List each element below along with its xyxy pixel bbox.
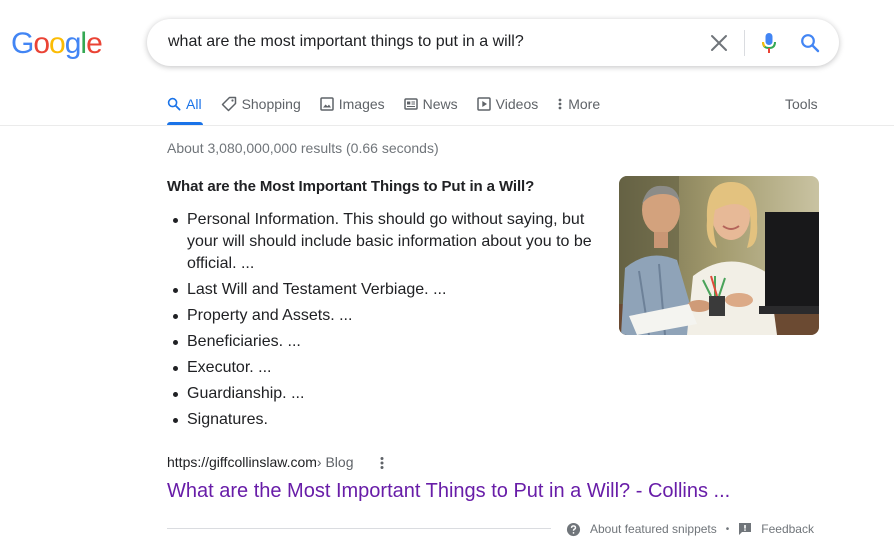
google-logo[interactable]: Google xyxy=(11,27,103,61)
snippet-list: Personal Information. This should go wit… xyxy=(167,209,607,435)
logo-letter: o xyxy=(49,27,66,60)
list-item: Last Will and Testament Verbiage. ... xyxy=(167,279,607,301)
more-vert-icon xyxy=(558,98,562,110)
about-featured-snippets-link[interactable]: About featured snippets xyxy=(566,522,717,537)
result-url: https://giffcollinslaw.com xyxy=(167,454,317,470)
logo-letter: e xyxy=(86,27,103,60)
image-icon xyxy=(319,97,334,111)
tools-button[interactable]: Tools xyxy=(785,94,818,114)
result-stats: About 3,080,000,000 results (0.66 second… xyxy=(167,140,439,156)
snippet-footer: About featured snippets • Feedback xyxy=(566,520,814,538)
list-item: Beneficiaries. ... xyxy=(167,331,607,353)
snippet-thumbnail[interactable] xyxy=(619,176,819,335)
more-vert-icon xyxy=(380,457,384,469)
tag-icon xyxy=(221,96,236,112)
tab-videos[interactable]: Videos xyxy=(476,94,539,114)
search-icon xyxy=(801,34,820,53)
footer-divider xyxy=(167,528,551,529)
search-icon xyxy=(167,97,181,111)
tab-label: All xyxy=(186,96,202,112)
list-item: Signatures. xyxy=(167,409,607,431)
list-item: Property and Assets. ... xyxy=(167,305,607,327)
list-item: Personal Information. This should go wit… xyxy=(167,209,607,275)
list-item: Guardianship. ... xyxy=(167,383,607,405)
about-featured-snippets-label: About featured snippets xyxy=(590,522,717,536)
logo-letter: o xyxy=(33,27,50,60)
tab-label: Images xyxy=(338,96,385,112)
photo-couple-icon xyxy=(619,176,819,335)
tab-more[interactable]: More xyxy=(557,94,600,114)
tab-label: Shopping xyxy=(241,96,301,112)
tab-all[interactable]: All xyxy=(167,94,202,114)
tab-images[interactable]: Images xyxy=(319,94,385,114)
newspaper-icon xyxy=(403,98,418,110)
result-title-link[interactable]: What are the Most Important Things to Pu… xyxy=(167,480,730,503)
feedback-label: Feedback xyxy=(761,522,814,536)
header-divider xyxy=(0,125,894,126)
search-input[interactable]: what are the most important things to pu… xyxy=(168,33,524,51)
tab-shopping[interactable]: Shopping xyxy=(221,94,301,114)
result-options-button[interactable] xyxy=(375,454,389,472)
logo-letter: g xyxy=(64,27,82,60)
result-cite: https://giffcollinslaw.com › Blog xyxy=(167,454,354,470)
tab-label: Videos xyxy=(495,96,539,112)
footer-separator: • xyxy=(725,523,730,535)
help-icon xyxy=(566,522,581,536)
voice-search-button[interactable] xyxy=(757,30,781,56)
search-button[interactable] xyxy=(797,30,823,56)
tab-news[interactable]: News xyxy=(403,94,458,114)
microphone-icon xyxy=(762,33,776,53)
play-icon xyxy=(476,97,491,111)
snippet-title: What are the Most Important Things to Pu… xyxy=(167,178,535,195)
search-box[interactable]: what are the most important things to pu… xyxy=(147,19,839,66)
close-icon xyxy=(711,35,727,51)
list-item: Executor. ... xyxy=(167,357,607,379)
result-breadcrumb: › Blog xyxy=(316,454,354,470)
feedback-link[interactable]: Feedback xyxy=(738,522,814,536)
search-divider xyxy=(744,30,745,56)
logo-letter: G xyxy=(11,27,34,60)
tab-label: News xyxy=(422,96,458,112)
search-tabs: All Shopping Images News Videos More xyxy=(167,94,619,126)
clear-search-button[interactable] xyxy=(707,31,731,55)
feedback-icon xyxy=(739,523,752,535)
tab-label: More xyxy=(568,96,601,112)
